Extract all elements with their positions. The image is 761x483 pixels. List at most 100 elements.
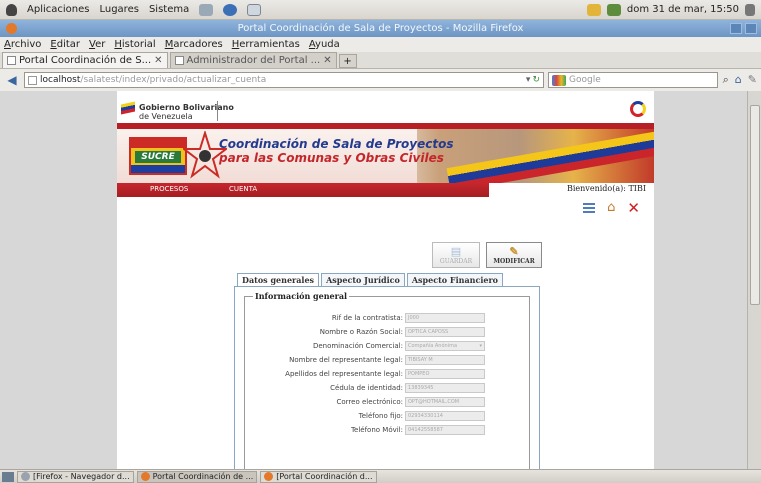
- save-button[interactable]: ▤ GUARDAR: [432, 242, 480, 268]
- site-identity-icon[interactable]: [28, 75, 37, 85]
- url-bar-buttons: ▾ ↻: [526, 75, 543, 85]
- menu-tools[interactable]: Herramientas: [232, 39, 300, 50]
- email-input[interactable]: OPT@HOTMAIL.COM: [405, 397, 485, 407]
- tab-label: Portal Coordinación de S...: [19, 55, 152, 66]
- menu-bookmarks[interactable]: Marcadores: [165, 39, 223, 50]
- scrollbar-thumb[interactable]: [750, 105, 760, 305]
- field-mobile: Teléfono Móvil: 04142558587: [245, 424, 529, 436]
- government-line2: de Venezuela: [139, 112, 193, 121]
- fieldset-legend: Información general: [253, 291, 350, 301]
- tab-datos-generales[interactable]: Datos generales: [237, 273, 320, 286]
- modify-button[interactable]: ✎ MODIFICAR: [486, 242, 542, 268]
- back-button[interactable]: ◀: [4, 72, 20, 88]
- menu-places[interactable]: Lugares: [99, 4, 138, 15]
- government-header: Gobierno Bolivariano de Venezuela: [117, 91, 654, 123]
- menu-edit[interactable]: Editar: [50, 39, 80, 50]
- select-value: Compañía Anónima: [408, 343, 458, 349]
- firefox-launcher-icon[interactable]: [223, 3, 238, 16]
- tab-panel: Información general Rif de la contratist…: [234, 286, 540, 469]
- menu-applications[interactable]: Aplicaciones: [27, 4, 89, 15]
- field-email: Correo electrónico: OPT@HOTMAIL.COM: [245, 396, 529, 408]
- window-titlebar[interactable]: Portal Coordinación de Sala de Proyectos…: [0, 20, 761, 37]
- vertical-scrollbar[interactable]: [747, 91, 761, 469]
- mobile-input[interactable]: 04142558587: [405, 425, 485, 435]
- menu-system[interactable]: Sistema: [149, 4, 189, 15]
- id-card-input[interactable]: 13839345: [405, 383, 485, 393]
- url-host: localhost: [40, 75, 81, 85]
- rep-name-input[interactable]: TIBISAY M: [405, 355, 485, 365]
- network-icon[interactable]: [606, 3, 621, 16]
- search-engine-icon[interactable]: [552, 74, 566, 86]
- new-tab-button[interactable]: +: [338, 54, 357, 68]
- close-tab-icon[interactable]: ✕: [154, 55, 162, 66]
- task-label: Portal Coordinación de ...: [152, 472, 254, 481]
- field-label: Nombre del representante legal:: [289, 356, 403, 364]
- task-portal-2[interactable]: [Portal Coordinación d...: [260, 470, 377, 483]
- menu-help[interactable]: Ayuda: [309, 39, 340, 50]
- modify-label: MODIFICAR: [493, 258, 535, 265]
- show-desktop-icon[interactable]: [2, 471, 14, 482]
- page-viewport: Gobierno Bolivariano de Venezuela SUCRE …: [0, 91, 761, 469]
- window-icon: [21, 472, 30, 481]
- search-bar[interactable]: Google: [548, 72, 718, 88]
- field-business-name: Nombre o Razón Social: OPTICA CAPOSS: [245, 326, 529, 338]
- home-icon[interactable]: ⌂: [607, 201, 615, 214]
- field-label: Rif de la contratista:: [331, 314, 403, 322]
- tab-aspecto-juridico[interactable]: Aspecto Jurídico: [321, 273, 405, 286]
- close-icon[interactable]: ✕: [627, 201, 640, 216]
- notes-launcher-icon[interactable]: [247, 3, 262, 16]
- clock[interactable]: dom 31 de mar, 15:50: [627, 4, 739, 15]
- tab-portal[interactable]: Portal Coordinación de S... ✕: [2, 52, 168, 68]
- form-tabs: Datos generales Aspecto Jurídico Aspecto…: [237, 273, 504, 286]
- dropdown-arrow-icon[interactable]: ▾: [526, 75, 531, 85]
- system-tray: dom 31 de mar, 15:50: [586, 3, 755, 16]
- close-tab-icon[interactable]: ✕: [323, 55, 331, 66]
- rif-input[interactable]: J000: [405, 313, 485, 323]
- url-bar[interactable]: localhost /salatest/index/privado/actual…: [24, 72, 544, 88]
- home-icon[interactable]: ⌂: [735, 73, 742, 87]
- badge-top: [131, 139, 185, 148]
- banner-title-line2: para las Comunas y Obras Civiles: [219, 151, 444, 165]
- tab-admin[interactable]: Administrador del Portal ... ✕: [169, 52, 337, 68]
- government-line1: Gobierno Bolivariano: [139, 103, 234, 112]
- task-portal-1[interactable]: Portal Coordinación de ...: [136, 470, 258, 483]
- panel-menu: Aplicaciones Lugares Sistema: [6, 3, 262, 16]
- gnome-top-panel: Aplicaciones Lugares Sistema dom 31 de m…: [0, 0, 761, 20]
- commercial-name-select[interactable]: Compañía Anónima ▾: [405, 341, 485, 351]
- maximize-button[interactable]: [745, 23, 757, 34]
- browser-tabbar: Portal Coordinación de S... ✕ Administra…: [0, 52, 761, 69]
- gnome-foot-icon[interactable]: [6, 3, 17, 16]
- business-name-input[interactable]: OPTICA CAPOSS: [405, 327, 485, 337]
- tools-icon[interactable]: ✎: [748, 73, 757, 87]
- browser-menubar: Archivo Editar Ver Historial Marcadores …: [0, 37, 761, 52]
- rep-surname-input[interactable]: POMPEO: [405, 369, 485, 379]
- menu-file[interactable]: Archivo: [4, 39, 41, 50]
- banner-top-stripe: [117, 123, 654, 129]
- sucre-municipality-logo: SUCRE: [129, 137, 187, 175]
- reload-icon[interactable]: ↻: [532, 75, 540, 85]
- task-label: [Firefox - Navegador d...: [33, 472, 130, 481]
- institution-logo-icon: [630, 101, 646, 117]
- nav-cuenta[interactable]: CUENTA: [229, 185, 257, 193]
- field-label: Correo electrónico:: [336, 398, 404, 406]
- task-firefox-1[interactable]: [Firefox - Navegador d...: [17, 470, 134, 483]
- gnome-taskbar: [Firefox - Navegador d... Portal Coordin…: [0, 469, 761, 483]
- firefox-icon: [264, 472, 274, 481]
- menu-history[interactable]: Historial: [114, 39, 155, 50]
- weather-icon[interactable]: [586, 3, 601, 16]
- search-placeholder: Google: [569, 75, 601, 85]
- help-icon[interactable]: [199, 3, 214, 16]
- phone-input[interactable]: 02934330114: [405, 411, 485, 421]
- chevron-down-icon: ▾: [479, 343, 482, 349]
- badge-bottom: [131, 165, 185, 173]
- menu-view[interactable]: Ver: [89, 39, 105, 50]
- field-label: Apellidos del representante legal:: [285, 370, 403, 378]
- tab-aspecto-financiero[interactable]: Aspecto Financiero: [406, 273, 504, 286]
- binoculars-icon[interactable]: ⌕: [723, 73, 729, 87]
- volume-icon[interactable]: [745, 3, 755, 16]
- list-icon[interactable]: [583, 203, 596, 213]
- minimize-button[interactable]: [730, 23, 742, 34]
- government-label: Gobierno Bolivariano de Venezuela: [139, 103, 234, 121]
- nav-procesos[interactable]: PROCESOS: [150, 185, 188, 193]
- welcome-text: Bienvenido(a): TIBI: [566, 184, 646, 193]
